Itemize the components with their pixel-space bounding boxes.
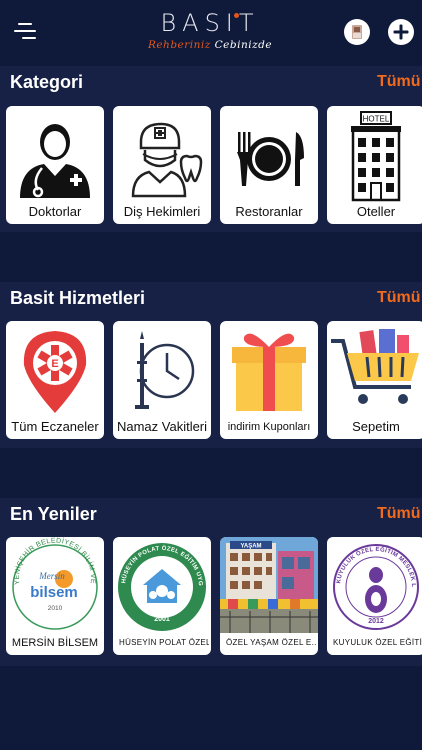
profile-icon[interactable] (344, 19, 370, 45)
service-label: Namaz Vakitleri (116, 419, 208, 434)
see-all-yeniler-link[interactable]: Tümü (377, 505, 421, 523)
logo-subtitle-white: Cebinizde (214, 39, 273, 51)
service-card-coupons[interactable]: indirim Kuponları (220, 321, 318, 439)
pharmacy-icon: E (23, 331, 87, 413)
app-logo: BASIT Rehberiniz Cebinizde (130, 10, 290, 56)
plus-icon[interactable] (388, 19, 414, 45)
listing-label: ÖZEL YAŞAM ÖZEL E... (226, 638, 316, 647)
section-title-kategori: Kategori (10, 72, 84, 92)
logo-dot (234, 13, 239, 18)
svg-text:YAŞAM: YAŞAM (240, 544, 261, 550)
service-label: indirim Kuponları (227, 421, 311, 433)
listing-label: HÜSEYİN POLAT ÖZEL... (119, 638, 209, 647)
service-card-pharmacies[interactable]: E Tüm Eczaneler (6, 321, 104, 439)
category-card-dentists[interactable]: Diş Hekimleri (113, 106, 211, 224)
section-title-hizmetler: Basit Hizmetleri (10, 288, 146, 308)
listing-label: KUYULUK ÖZEL EĞİTİ... (333, 638, 422, 647)
category-card-restaurants[interactable]: Restoranlar (220, 106, 318, 224)
listing-card-ozel-yasam[interactable]: YAŞAM ÖZEL YAŞAM ÖZEL E... (220, 537, 318, 655)
bilsem-logo: YENİŞEHİR BELEDİYESİ BİLİM VE SANAT MERK… (6, 537, 98, 630)
category-label: Oteller (356, 204, 396, 219)
svg-text:2012: 2012 (368, 618, 384, 625)
restaurant-icon (237, 132, 304, 186)
section-title-yeniler: En Yeniler (10, 504, 97, 524)
svg-text:Mersin: Mersin (38, 571, 65, 581)
svg-text:2010: 2010 (48, 605, 63, 612)
logo-title: BASIT (160, 9, 260, 37)
logo-text: bilsem (30, 584, 78, 601)
logo-subtitle: Rehberiniz Cebinizde (130, 38, 290, 52)
listing-label: MERSİN BİLSEM (11, 637, 99, 649)
listing-card-huseyin-polat[interactable]: HÜSEYİN POLAT ÖZEL EĞİTİM UYGULAMA MERKE… (113, 537, 211, 655)
service-card-prayer-times[interactable]: Namaz Vakitleri (113, 321, 211, 439)
kuyuluk-logo: KUYULUK ÖZEL EĞİTİM MESLEK LİSESİ 2012 (327, 537, 419, 630)
category-card-hotels[interactable]: HOTEL Oteller (327, 106, 422, 224)
huseyin-polat-logo: HÜSEYİN POLAT ÖZEL EĞİTİM UYGULAMA MERKE… (113, 537, 206, 631)
building-photo: YAŞAM (220, 537, 318, 633)
category-label: Diş Hekimleri (123, 204, 201, 219)
listing-card-kuyuluk[interactable]: KUYULUK ÖZEL EĞİTİM MESLEK LİSESİ 2012 K… (327, 537, 422, 655)
menu-icon[interactable] (14, 20, 40, 42)
see-all-hizmetler-link[interactable]: Tümü (377, 289, 421, 307)
cart-icon (331, 329, 419, 404)
logo-subtitle-red: Rehberiniz (147, 39, 211, 51)
svg-text:2001: 2001 (154, 616, 170, 623)
category-label: Restoranlar (235, 204, 303, 219)
category-label: Doktorlar (28, 204, 82, 219)
category-card-doctors[interactable]: Doktorlar (6, 106, 104, 224)
see-all-kategori-link[interactable]: Tümü (377, 73, 421, 91)
hotel-icon: HOTEL (351, 111, 401, 202)
prayer-time-icon (135, 331, 195, 409)
svg-text:HOTEL: HOTEL (363, 115, 390, 124)
service-card-cart[interactable]: Sepetim (327, 321, 422, 439)
service-label: Sepetim (352, 419, 400, 434)
app-header: BASIT Rehberiniz Cebinizde (0, 0, 422, 68)
dentist-icon (131, 122, 203, 198)
listing-card-mersin-bilsem[interactable]: YENİŞEHİR BELEDİYESİ BİLİM VE SANAT MERK… (6, 537, 104, 655)
svg-text:E: E (51, 358, 58, 370)
service-label: Tüm Eczaneler (11, 419, 99, 434)
doctor-icon (20, 124, 90, 198)
gift-icon (232, 333, 306, 411)
